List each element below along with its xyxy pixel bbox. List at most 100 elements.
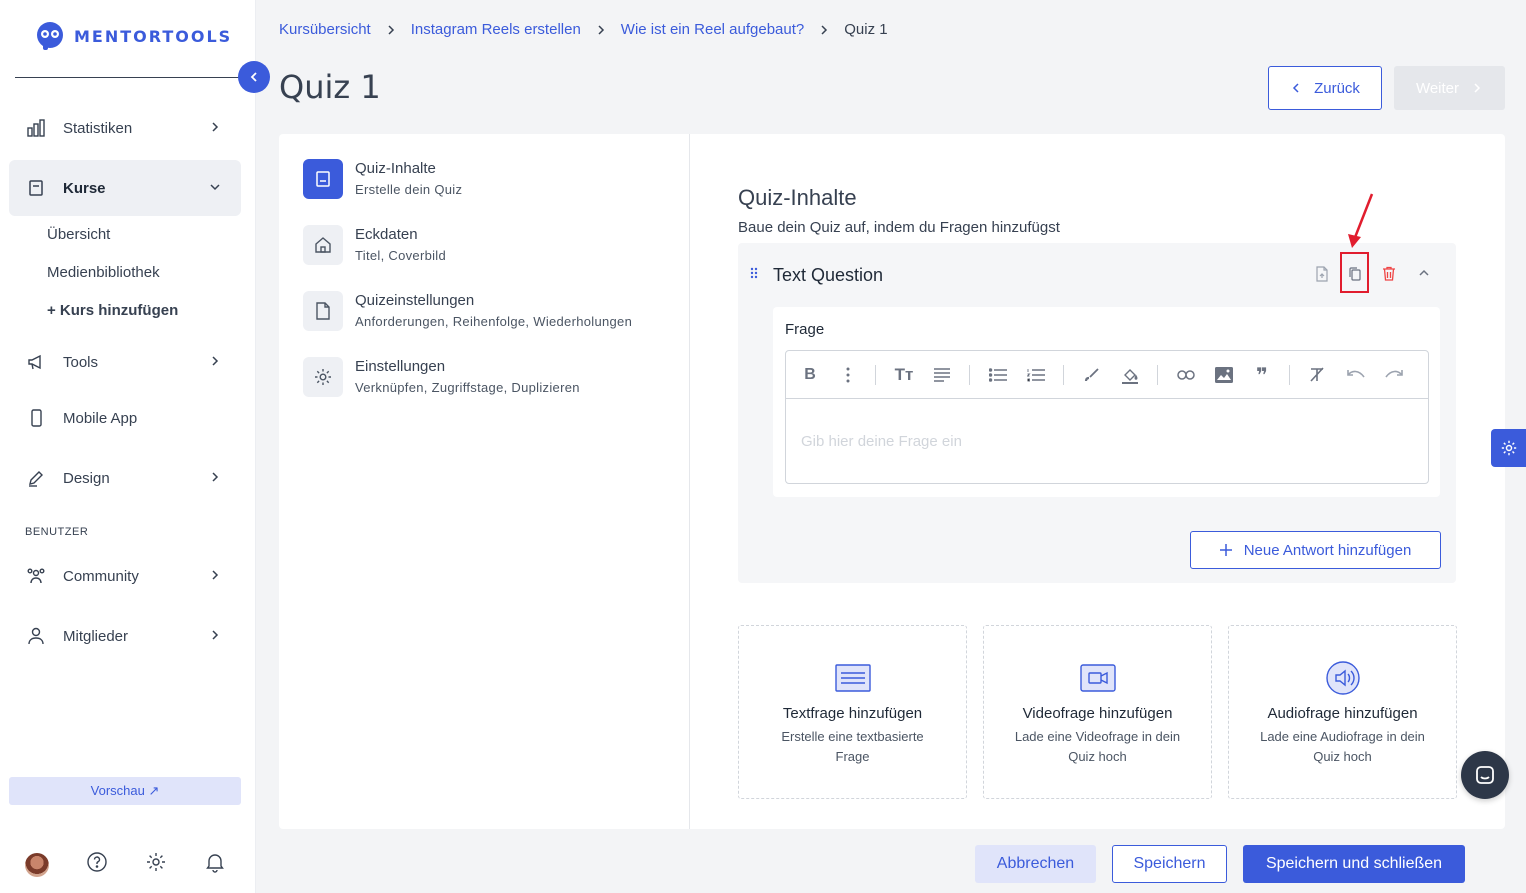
add-audio-question-card[interactable]: Audiofrage hinzufügen Lade eine Audiofra…	[1228, 625, 1457, 799]
logo[interactable]: MENTORTOOLS	[34, 20, 232, 52]
sidebar-item-mitglieder[interactable]: Mitglieder	[9, 608, 241, 664]
sidebar-item-label: Statistiken	[63, 119, 133, 137]
fill-color-icon[interactable]	[1119, 364, 1141, 386]
sidebar-item-mobile-app[interactable]: Mobile App	[9, 390, 241, 446]
step-subtitle: Verknüpfen, Zugriffstage, Duplizieren	[355, 380, 580, 395]
clear-format-icon[interactable]	[1306, 364, 1328, 386]
undo-icon[interactable]	[1345, 364, 1367, 386]
save-and-close-button[interactable]: Speichern und schließen	[1243, 845, 1465, 883]
divider	[15, 77, 239, 78]
font-size-icon[interactable]: Tт	[893, 364, 915, 386]
chevron-right-icon	[818, 24, 830, 36]
sidebar: MENTORTOOLS Statistiken Kurse Übersicht …	[0, 0, 256, 893]
sidebar-footer	[25, 851, 263, 878]
gear-icon[interactable]	[145, 851, 167, 878]
link-icon[interactable]	[1175, 364, 1197, 386]
question-block: Text Question Frage B Tт ❞ Gib hier dein…	[738, 243, 1456, 583]
step-quizeinstellungen[interactable]: Quizeinstellungen Anforderungen, Reihenf…	[303, 291, 632, 331]
section-label: BENUTZER	[25, 526, 89, 538]
editor-placeholder: Gib hier deine Frage ein	[801, 433, 962, 450]
page-title: Quiz 1	[279, 68, 381, 106]
section-title: Quiz-Inhalte	[738, 185, 857, 210]
text-icon	[835, 664, 871, 697]
breadcrumb-link[interactable]: Wie ist ein Reel aufgebaut?	[621, 21, 804, 38]
rich-text-editor[interactable]: B Tт ❞ Gib hier deine Frage ein	[785, 350, 1429, 484]
phone-icon	[25, 407, 47, 429]
chevron-right-icon	[595, 24, 607, 36]
numbered-list-icon[interactable]	[1025, 364, 1047, 386]
question-title: Text Question	[773, 265, 884, 285]
chevron-down-icon	[209, 180, 221, 197]
collapse-sidebar-button[interactable]	[238, 61, 270, 93]
annotation-arrow-icon	[1348, 193, 1374, 248]
redo-icon[interactable]	[1383, 364, 1405, 386]
step-title: Einstellungen	[355, 358, 446, 375]
settings-gear-button[interactable]	[1491, 429, 1526, 467]
step-einstellungen[interactable]: Einstellungen Verknüpfen, Zugriffstage, …	[303, 357, 580, 397]
back-button[interactable]: Zurück	[1268, 66, 1382, 110]
bold-icon[interactable]: B	[799, 364, 821, 386]
sidebar-item-label: Design	[63, 469, 110, 487]
card-subtitle: Erstelle eine textbasierte Frage	[781, 729, 924, 764]
gear-icon	[303, 357, 343, 397]
avatar[interactable]	[25, 852, 49, 877]
add-text-question-card[interactable]: Textfrage hinzufügen Erstelle eine textb…	[738, 625, 967, 799]
plus-icon	[1219, 544, 1232, 556]
save-button[interactable]: Speichern	[1112, 845, 1227, 883]
export-file-icon[interactable]	[1315, 266, 1329, 287]
image-icon[interactable]	[1213, 364, 1235, 386]
brush-icon[interactable]	[1081, 364, 1103, 386]
breadcrumb-link[interactable]: Instagram Reels erstellen	[411, 21, 581, 38]
editor-toolbar: B Tт ❞	[786, 351, 1428, 399]
sidebar-item-label: Mobile App	[63, 409, 138, 427]
book-icon	[303, 159, 343, 199]
step-quiz-inhalte[interactable]: Quiz-Inhalte Erstelle dein Quiz	[303, 159, 462, 199]
divider	[689, 134, 690, 829]
breadcrumb-current: Quiz 1	[844, 21, 888, 38]
audio-icon	[1325, 661, 1361, 701]
card-subtitle: Lade eine Audiofrage in dein Quiz hoch	[1260, 729, 1425, 764]
next-button[interactable]: Weiter	[1394, 66, 1505, 110]
sidebar-item-design[interactable]: Design	[9, 450, 241, 506]
card-title: Textfrage hinzufügen	[782, 705, 923, 722]
breadcrumb-link[interactable]: Kursübersicht	[279, 21, 371, 38]
sidebar-item-statistiken[interactable]: Statistiken	[9, 100, 241, 156]
sidebar-item-label: Kurse	[63, 179, 106, 197]
sidebar-subitem-kurs-hinzufuegen[interactable]: + Kurs hinzufügen	[47, 302, 178, 319]
sidebar-item-tools[interactable]: Tools	[9, 334, 241, 390]
megaphone-icon	[25, 351, 47, 373]
sidebar-subitem-uebersicht[interactable]: Übersicht	[47, 226, 110, 243]
sidebar-subitem-medienbibliothek[interactable]: Medienbibliothek	[47, 264, 160, 281]
divider	[875, 365, 876, 385]
file-icon	[303, 291, 343, 331]
sidebar-item-community[interactable]: Community	[9, 548, 241, 604]
step-eckdaten[interactable]: Eckdaten Titel, Coverbild	[303, 225, 446, 265]
quote-icon[interactable]: ❞	[1251, 364, 1273, 387]
card-title: Videofrage hinzufügen	[1022, 705, 1173, 722]
gear-icon	[1501, 440, 1516, 456]
chevron-right-icon	[209, 120, 221, 137]
preview-button[interactable]: Vorschau ↗	[9, 777, 241, 805]
align-icon[interactable]	[931, 364, 953, 386]
chevron-up-icon[interactable]	[1418, 266, 1430, 284]
trash-icon[interactable]	[1382, 266, 1396, 287]
book-icon	[25, 177, 47, 199]
step-subtitle: Erstelle dein Quiz	[355, 182, 463, 197]
bell-icon[interactable]	[204, 851, 226, 878]
chevron-right-icon	[209, 628, 221, 645]
more-icon[interactable]	[837, 364, 859, 386]
breadcrumb: Kursübersicht Instagram Reels erstellen …	[279, 21, 888, 38]
home-icon	[303, 225, 343, 265]
bullet-list-icon[interactable]	[987, 364, 1009, 386]
add-answer-button[interactable]: Neue Antwort hinzufügen	[1190, 531, 1441, 569]
sidebar-item-kurse[interactable]: Kurse	[9, 160, 241, 216]
add-video-question-card[interactable]: Videofrage hinzufügen Lade eine Videofra…	[983, 625, 1212, 799]
drag-handle-icon[interactable]	[750, 266, 758, 284]
chevron-left-icon	[1293, 83, 1299, 93]
chat-button[interactable]	[1461, 751, 1509, 799]
card-title: Audiofrage hinzufügen	[1267, 705, 1418, 722]
user-icon	[25, 625, 47, 647]
help-icon[interactable]	[86, 851, 108, 878]
cancel-button[interactable]: Abbrechen	[975, 845, 1096, 883]
divider	[969, 365, 970, 385]
